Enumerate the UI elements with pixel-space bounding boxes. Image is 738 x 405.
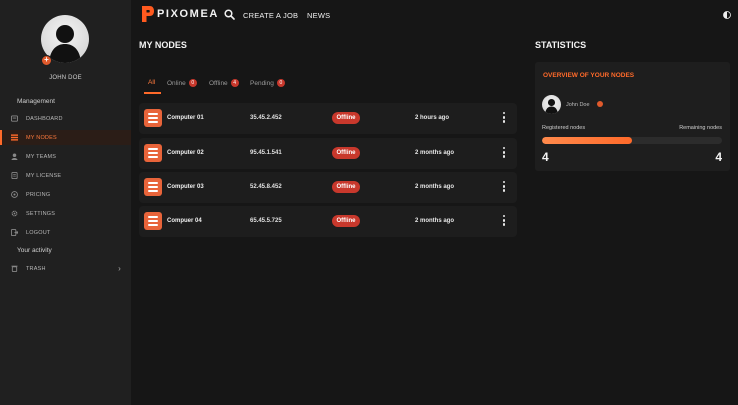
- trash-icon: [11, 265, 18, 272]
- tab-online[interactable]: Online 0: [167, 79, 197, 87]
- card-title: OVERVIEW OF YOUR NODES: [543, 72, 635, 79]
- server-icon: [144, 212, 162, 230]
- node-last-seen: 2 months ago: [415, 150, 455, 156]
- list-icon: [11, 134, 18, 141]
- sidebar-item-label: TRASH: [26, 265, 46, 272]
- node-ip: 65.45.5.725: [250, 218, 282, 224]
- user-silhouette-icon: [545, 98, 558, 114]
- remaining-nodes-label: Remaining nodes: [679, 125, 722, 131]
- sidebar-item-label: LOGOUT: [26, 229, 51, 236]
- tab-count-badge: 0: [188, 79, 197, 87]
- node-name: Computer 01: [167, 115, 204, 121]
- chevron-right-icon: ›: [118, 264, 121, 273]
- sidebar-item-label: MY NODES: [26, 134, 57, 141]
- status-badge: Offline: [332, 181, 360, 193]
- node-ip: 52.45.8.452: [250, 184, 282, 190]
- registered-nodes-label: Registered nodes: [542, 125, 586, 131]
- logo-p-icon: [142, 6, 154, 22]
- server-icon: [144, 109, 162, 127]
- tab-pending[interactable]: Pending 0: [250, 79, 285, 87]
- user-name: JOHN DOE: [49, 75, 82, 81]
- section-management: Management: [17, 98, 55, 105]
- page-title: MY NODES: [139, 40, 187, 50]
- tab-label: Offline: [209, 79, 228, 87]
- license-icon: [11, 172, 18, 179]
- node-name: Computer 03: [167, 184, 204, 190]
- sidebar-item-label: MY TEAMS: [26, 153, 57, 160]
- node-ip: 95.45.1.541: [250, 150, 282, 156]
- sidebar-item-pricing[interactable]: PRICING: [0, 187, 131, 202]
- more-vertical-icon[interactable]: [502, 112, 506, 125]
- dashboard-icon: [11, 115, 18, 122]
- sidebar-item-trash[interactable]: TRASH ›: [0, 261, 131, 276]
- more-vertical-icon[interactable]: [502, 215, 506, 228]
- node-last-seen: 2 hours ago: [415, 115, 450, 121]
- registered-nodes-value: 4: [542, 150, 549, 164]
- user-status-badge: [597, 101, 603, 107]
- active-tab-underline: [144, 92, 161, 94]
- avatar: [542, 95, 561, 114]
- tab-label: All: [148, 79, 156, 86]
- statistics-title: STATISTICS: [535, 40, 587, 50]
- team-icon: [11, 153, 18, 160]
- node-name: Compuer 04: [167, 218, 202, 224]
- more-vertical-icon[interactable]: [502, 147, 506, 160]
- node-name: Computer 02: [167, 150, 204, 156]
- node-last-seen: 2 months ago: [415, 184, 455, 190]
- logo-text: PIXOMEA: [157, 8, 219, 20]
- theme-toggle-icon[interactable]: [723, 11, 731, 19]
- nodes-progress-fill: [542, 137, 632, 144]
- tab-label: Online: [167, 79, 186, 87]
- more-vertical-icon[interactable]: [502, 181, 506, 194]
- node-last-seen: 2 months ago: [415, 218, 455, 224]
- section-your-activity: Your activity: [17, 247, 52, 254]
- create-job-link[interactable]: CREATE A JOB: [243, 11, 298, 20]
- logout-icon: [11, 229, 18, 236]
- pricing-icon: [11, 191, 18, 198]
- gear-icon: [11, 210, 18, 217]
- nodes-overview-card: OVERVIEW OF YOUR NODES John Doe Register…: [535, 62, 730, 171]
- sidebar-item-label: SETTINGS: [26, 210, 56, 217]
- sidebar: + JOHN DOE Management DASHBOARD MY NODES…: [0, 0, 131, 405]
- remaining-nodes-value: 4: [715, 150, 722, 164]
- status-badge: Offline: [332, 147, 360, 159]
- sidebar-item-label: MY LICENSE: [26, 172, 62, 179]
- status-badge: Offline: [332, 215, 360, 227]
- nodes-progress-bar: [542, 137, 722, 144]
- sidebar-item-my-nodes[interactable]: MY NODES: [0, 130, 131, 145]
- sidebar-item-my-license[interactable]: MY LICENSE: [0, 168, 131, 183]
- app-logo[interactable]: PIXOMEA: [141, 5, 219, 23]
- sidebar-item-my-teams[interactable]: MY TEAMS: [0, 149, 131, 164]
- table-row[interactable]: Computer 02 95.45.1.541 Offline 2 months…: [139, 138, 517, 169]
- tab-offline[interactable]: Offline 4: [209, 79, 239, 87]
- avatar-edit-badge[interactable]: +: [41, 55, 52, 66]
- tab-label: Pending: [250, 79, 274, 87]
- table-row[interactable]: Computer 01 35.45.2.452 Offline 2 hours …: [139, 103, 517, 134]
- sidebar-item-label: DASHBOARD: [26, 115, 63, 122]
- card-user-name: John Doe: [566, 102, 590, 108]
- status-badge: Offline: [332, 112, 360, 124]
- sidebar-item-logout[interactable]: LOGOUT: [0, 225, 131, 240]
- node-ip: 35.45.2.452: [250, 115, 282, 121]
- table-row[interactable]: Computer 03 52.45.8.452 Offline 2 months…: [139, 172, 517, 203]
- search-icon[interactable]: [224, 9, 235, 20]
- table-row[interactable]: Compuer 04 65.45.5.725 Offline 2 months …: [139, 206, 517, 237]
- server-icon: [144, 178, 162, 196]
- tab-all[interactable]: All: [148, 79, 155, 86]
- news-link[interactable]: NEWS: [307, 11, 330, 20]
- server-icon: [144, 144, 162, 162]
- sidebar-item-label: PRICING: [26, 191, 51, 198]
- sidebar-item-dashboard[interactable]: DASHBOARD: [0, 111, 131, 126]
- tab-count-badge: 0: [276, 79, 285, 87]
- sidebar-item-settings[interactable]: SETTINGS: [0, 206, 131, 221]
- sidebar-avatar-wrap: +: [41, 15, 89, 66]
- tab-count-badge: 4: [230, 79, 239, 87]
